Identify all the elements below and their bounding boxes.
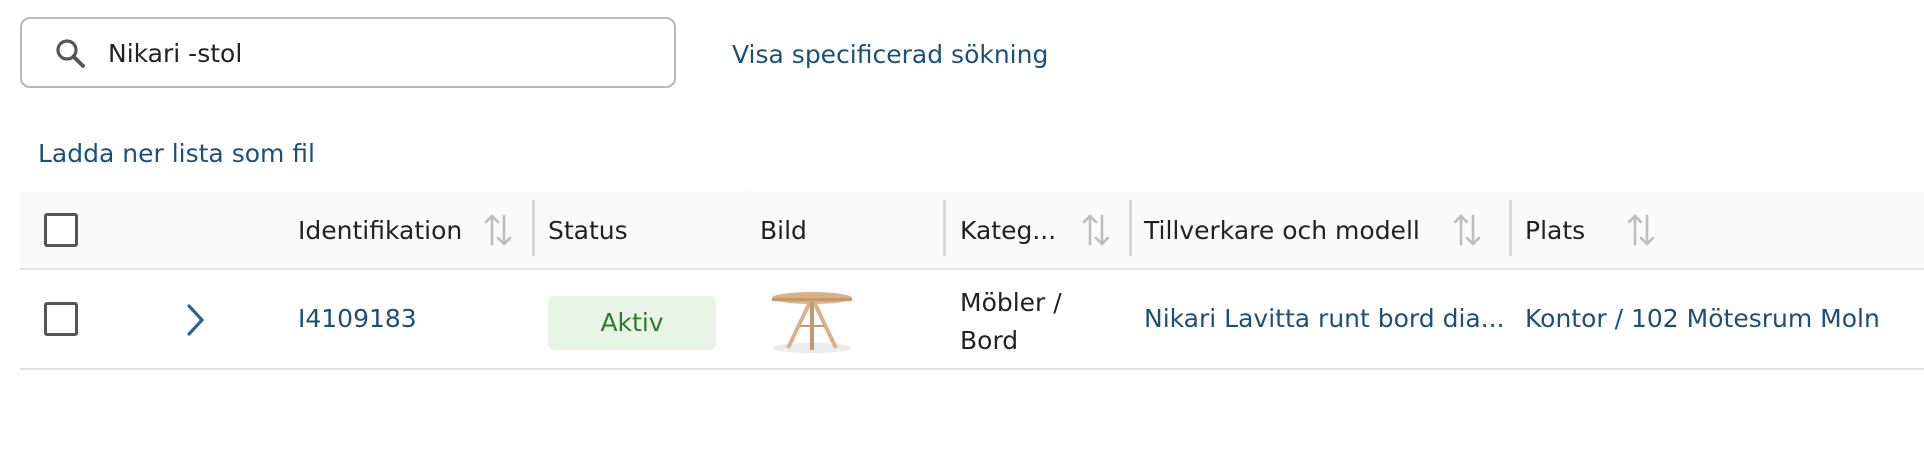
sort-icon[interactable] [483,213,513,247]
location-link[interactable]: Kontor / 102 Mötesrum Moln [1525,304,1880,334]
column-divider[interactable] [1509,200,1512,256]
category-line: Bord [960,326,1019,355]
category-text: Möbler / Bord [960,284,1062,360]
table-thumbnail-image[interactable] [764,286,860,356]
header-status: Status [548,216,628,245]
column-divider[interactable] [943,200,946,256]
row-select-checkbox[interactable] [44,302,78,336]
status-badge: Aktiv [548,296,716,350]
search-input[interactable] [108,31,648,75]
sort-icon[interactable] [1081,213,1111,247]
search-box[interactable] [20,17,676,88]
sort-icon[interactable] [1452,213,1482,247]
search-icon [56,39,85,68]
category-line: Möbler / [960,288,1062,317]
chevron-right-icon[interactable] [180,302,210,338]
sort-icon[interactable] [1626,213,1656,247]
header-location[interactable]: Plats [1525,216,1585,246]
column-divider[interactable] [1129,200,1132,256]
download-list-link[interactable]: Ladda ner lista som fil [38,138,315,170]
column-divider[interactable] [532,200,535,256]
table-row[interactable]: I4109183 Aktiv Möbler / Bord Nikari Lavi… [20,270,1924,370]
table-header: Identifikation Status Bild Kateg... Till… [20,192,1924,270]
header-category[interactable]: Kateg... [960,216,1056,246]
header-identification[interactable]: Identifikation [298,216,462,246]
advanced-search-link[interactable]: Visa specificerad sökning [732,39,1048,71]
header-image: Bild [760,216,807,245]
manufacturer-model-link[interactable]: Nikari Lavitta runt bord dia... [1144,304,1514,334]
asset-id-link[interactable]: I4109183 [298,304,417,334]
asset-table: Identifikation Status Bild Kateg... Till… [20,192,1924,370]
select-all-checkbox[interactable] [44,213,78,247]
asset-list-page: Visa specificerad sökning Ladda ner list… [0,0,1924,466]
header-manufacturer-model[interactable]: Tillverkare och modell [1144,216,1420,246]
